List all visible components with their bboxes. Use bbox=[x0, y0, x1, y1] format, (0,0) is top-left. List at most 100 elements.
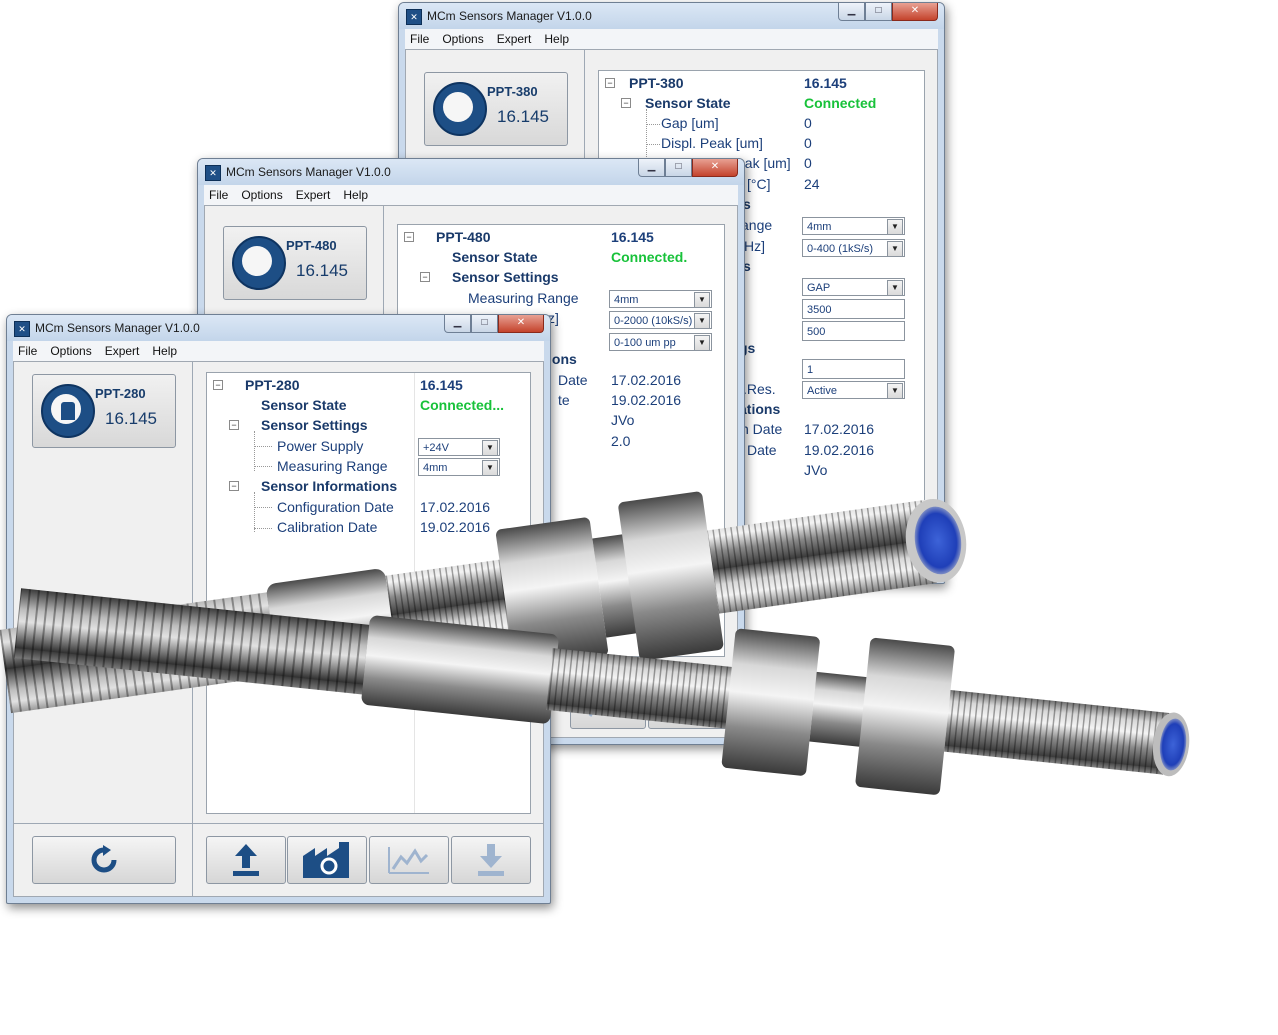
config-date-label: Configuration Date bbox=[277, 499, 394, 515]
sensor-tree[interactable]: − PPT-280 16.145 Sensor State Connected.… bbox=[206, 372, 531, 814]
sensor-state-value: Connected bbox=[804, 95, 877, 111]
calib-date-value: 19.02.2016 bbox=[611, 392, 682, 408]
sensor-state-label: Sensor State bbox=[261, 397, 347, 413]
menu-help[interactable]: Help bbox=[338, 188, 376, 202]
window-title: MCm Sensors Manager V1.0.0 bbox=[427, 9, 592, 23]
chevron-down-icon[interactable]: ▼ bbox=[887, 280, 903, 296]
sensor-state-label: Sensor State bbox=[645, 95, 731, 111]
app-icon: ✕ bbox=[14, 321, 30, 337]
menu-options[interactable]: Options bbox=[236, 188, 290, 202]
chevron-down-icon[interactable]: ▼ bbox=[694, 292, 710, 308]
download-icon bbox=[478, 844, 504, 876]
expand-root-icon[interactable]: − bbox=[213, 380, 223, 390]
expand-state-icon[interactable]: − bbox=[621, 98, 631, 108]
menu-expert[interactable]: Expert bbox=[100, 344, 148, 358]
menu-file[interactable]: File bbox=[204, 188, 236, 202]
sample-rate-select[interactable]: 0-400 (1kS/s) ▼ bbox=[802, 239, 905, 257]
download-button[interactable] bbox=[648, 681, 728, 729]
eagle-logo-icon bbox=[232, 236, 286, 290]
download-button[interactable] bbox=[451, 836, 531, 884]
eagle-logo-icon bbox=[433, 82, 487, 136]
peak-range-select[interactable]: 0-100 um pp ▼ bbox=[609, 333, 712, 351]
expand-root-icon[interactable]: − bbox=[404, 232, 414, 242]
graph-button[interactable] bbox=[369, 836, 449, 884]
informations-label-partial: ations bbox=[739, 401, 781, 417]
sensor-state-value: Connected... bbox=[420, 397, 505, 413]
chevron-down-icon[interactable]: ▼ bbox=[694, 313, 710, 329]
measuring-range-select[interactable]: 4mm ▼ bbox=[609, 290, 712, 308]
maximize-button[interactable]: □ bbox=[471, 315, 498, 333]
sensor-button-name: PPT-380 bbox=[487, 84, 538, 99]
minimize-button[interactable]: ▁ bbox=[838, 3, 865, 21]
tree-root-value: 16.145 bbox=[611, 229, 654, 245]
sensor-state-label: Sensor State bbox=[452, 249, 538, 265]
menu-help[interactable]: Help bbox=[539, 32, 577, 46]
measuring-range-select[interactable]: 4mm ▼ bbox=[802, 217, 905, 235]
close-button[interactable]: ✕ bbox=[498, 315, 544, 333]
sensor-info-label: Sensor Informations bbox=[261, 478, 398, 494]
sensor-button-ppt-380[interactable]: PPT-380 16.145 bbox=[424, 72, 568, 146]
refresh-button[interactable] bbox=[32, 836, 176, 884]
gap-label: Gap [um] bbox=[661, 115, 719, 131]
sensor-button-ppt-480[interactable]: PPT-480 16.145 bbox=[223, 226, 367, 300]
value-field-3[interactable]: 1 bbox=[802, 359, 905, 379]
power-supply-label: Power Supply bbox=[277, 438, 364, 454]
title-bar[interactable]: ✕ MCm Sensors Manager V1.0.0 ▁ □ ✕ bbox=[399, 3, 944, 29]
config-date-value: 17.02.2016 bbox=[420, 499, 491, 515]
window-ppt-280[interactable]: ✕ MCm Sensors Manager V1.0.0 ▁ □ ✕ File … bbox=[6, 314, 551, 904]
range-label-partial: ange bbox=[741, 217, 773, 233]
calib-date-value: 19.02.2016 bbox=[420, 519, 491, 535]
expand-root-icon[interactable]: − bbox=[605, 78, 615, 88]
client-area: PPT-280 16.145 − PPT-280 16.145 Sensor S… bbox=[13, 361, 544, 897]
minimize-button[interactable]: ▁ bbox=[638, 159, 665, 177]
factory-reset-button[interactable] bbox=[287, 836, 367, 884]
menu-bar: File Options Expert Help bbox=[204, 185, 738, 205]
config-date-label-partial: Date bbox=[558, 372, 588, 388]
menu-help[interactable]: Help bbox=[147, 344, 185, 358]
displ-peak-value: 0 bbox=[804, 135, 812, 151]
measuring-range-select[interactable]: 4mm ▼ bbox=[418, 458, 500, 476]
minimize-button[interactable]: ▁ bbox=[444, 315, 471, 333]
maximize-button[interactable]: □ bbox=[865, 3, 892, 21]
graph-button[interactable] bbox=[570, 681, 646, 729]
maximize-button[interactable]: □ bbox=[665, 159, 692, 177]
expand-settings-icon[interactable]: − bbox=[229, 420, 239, 430]
title-bar[interactable]: ✕ MCm Sensors Manager V1.0.0 ▁ □ ✕ bbox=[7, 315, 550, 341]
chevron-down-icon[interactable]: ▼ bbox=[482, 460, 498, 476]
mode-select[interactable]: GAP ▼ bbox=[802, 278, 905, 296]
author-value: JVo bbox=[804, 462, 828, 478]
config-date-value: 17.02.2016 bbox=[804, 421, 875, 437]
value-field-2[interactable]: 500 bbox=[802, 321, 905, 341]
chevron-down-icon[interactable]: ▼ bbox=[694, 335, 710, 351]
toolbar bbox=[14, 823, 543, 896]
sensor-button-version: 16.145 bbox=[105, 409, 157, 428]
upload-button[interactable] bbox=[206, 836, 286, 884]
sensor-state-value: Connected. bbox=[611, 249, 688, 265]
chevron-down-icon[interactable]: ▼ bbox=[887, 241, 903, 257]
sensor-button-name: PPT-480 bbox=[286, 238, 337, 253]
menu-expert[interactable]: Expert bbox=[492, 32, 540, 46]
chevron-down-icon[interactable]: ▼ bbox=[887, 383, 903, 399]
chevron-down-icon[interactable]: ▼ bbox=[887, 219, 903, 235]
calib-date-label: Calibration Date bbox=[277, 519, 378, 535]
calib-date-label-partial: Date bbox=[747, 442, 777, 458]
chevron-down-icon[interactable]: ▼ bbox=[482, 440, 498, 456]
sample-rate-select[interactable]: 0-2000 (10kS/s) ▼ bbox=[609, 311, 712, 329]
title-bar[interactable]: ✕ MCm Sensors Manager V1.0.0 ▁ □ ✕ bbox=[198, 159, 744, 185]
close-button[interactable]: ✕ bbox=[692, 159, 738, 177]
menu-expert[interactable]: Expert bbox=[291, 188, 339, 202]
active-select[interactable]: Active ▼ bbox=[802, 381, 905, 399]
menu-options[interactable]: Options bbox=[437, 32, 491, 46]
menu-file[interactable]: File bbox=[405, 32, 437, 46]
expand-settings-icon[interactable]: − bbox=[420, 272, 430, 282]
close-button[interactable]: ✕ bbox=[892, 3, 938, 21]
value-field-1[interactable]: 3500 bbox=[802, 299, 905, 319]
menu-file[interactable]: File bbox=[13, 344, 45, 358]
power-supply-select[interactable]: +24V ▼ bbox=[418, 438, 500, 456]
expand-info-icon[interactable]: − bbox=[229, 481, 239, 491]
author-value: JVo bbox=[611, 412, 635, 428]
sensor-button-ppt-280[interactable]: PPT-280 16.145 bbox=[32, 374, 176, 448]
gap-value: 0 bbox=[804, 115, 812, 131]
menu-options[interactable]: Options bbox=[45, 344, 99, 358]
sensor-logo-icon bbox=[41, 384, 95, 438]
